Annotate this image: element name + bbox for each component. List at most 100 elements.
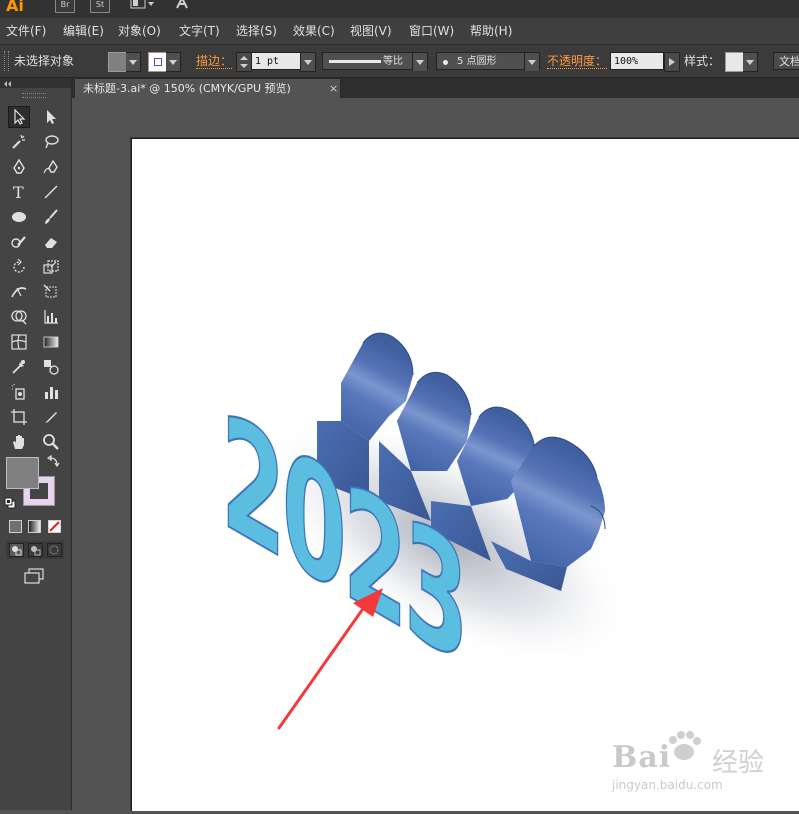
eraser-icon: [45, 238, 57, 248]
blend-tool[interactable]: [40, 356, 62, 378]
brush-definition-dropdown[interactable]: 5 点圆形: [436, 52, 540, 71]
stroke-weight-stepper[interactable]: [236, 52, 252, 72]
opacity-slider-button[interactable]: [664, 52, 680, 72]
swap-fill-stroke-button[interactable]: [46, 454, 61, 469]
menu-help[interactable]: 帮助(H): [470, 18, 512, 44]
document-tab-title: 未标题-3.ai* @ 150% (CMYK/GPU 预览): [83, 82, 291, 95]
opacity-label[interactable]: 不透明度：: [547, 54, 608, 69]
scale-tool[interactable]: [40, 256, 62, 278]
menu-select[interactable]: 选择(S): [236, 18, 277, 44]
brush-definition-label: 5 点圆形: [457, 56, 497, 67]
slice-tool[interactable]: [40, 406, 62, 428]
swap-arrows-icon: [46, 454, 60, 468]
stroke-weight-field[interactable]: 1 pt: [251, 52, 301, 70]
shape-builder-tool[interactable]: [8, 306, 30, 328]
tools-panel-grip[interactable]: [22, 93, 46, 98]
app-logo: Ai: [6, 0, 24, 15]
free-transform-icon: [43, 284, 57, 298]
direct-selection-tool[interactable]: [40, 106, 62, 128]
menu-file[interactable]: 文件(F): [6, 18, 46, 44]
artboard-tool[interactable]: [8, 406, 30, 428]
menu-type[interactable]: 文字(T): [179, 18, 220, 44]
curvature-tool[interactable]: [40, 156, 62, 178]
workspace-layout-button[interactable]: [130, 0, 156, 11]
artboard[interactable]: 2023: [131, 138, 799, 811]
column-graph-tool[interactable]: [40, 381, 62, 403]
menu-object[interactable]: 对象(O): [118, 18, 161, 44]
shape-builder-icon: [11, 310, 27, 325]
document-setup-button[interactable]: 文档: [773, 52, 799, 70]
draw-inside-icon: [49, 545, 59, 555]
type-tool[interactable]: T: [8, 181, 30, 203]
scale-icon: [43, 260, 59, 274]
stock-button[interactable]: St: [90, 0, 110, 13]
bridge-button[interactable]: Br: [55, 0, 75, 13]
ellipse-tool[interactable]: [8, 206, 30, 228]
menu-edit[interactable]: 编辑(E): [63, 18, 104, 44]
tools-panel-header[interactable]: [0, 78, 71, 88]
fill-dropdown[interactable]: [126, 52, 141, 72]
shaper-pencil-icon: [11, 236, 26, 248]
gradient-icon: [43, 336, 59, 348]
stepper-arrows-icon: [240, 56, 248, 68]
stroke-swatch[interactable]: [148, 52, 168, 72]
graph-tool[interactable]: [40, 306, 62, 328]
graphic-style-label: 样式：: [684, 54, 721, 68]
eyedropper-tool[interactable]: [8, 356, 30, 378]
hand-tool[interactable]: [8, 431, 30, 453]
artboard-icon: [11, 409, 27, 425]
slice-knife-icon: [45, 412, 57, 423]
line-segment-tool[interactable]: [40, 181, 62, 203]
free-transform-tool[interactable]: [40, 281, 62, 303]
menu-effect[interactable]: 效果(C): [293, 18, 335, 44]
magic-wand-tool[interactable]: [8, 131, 30, 153]
eraser-tool[interactable]: [40, 231, 62, 253]
gpu-performance-button[interactable]: [174, 0, 190, 12]
control-bar-grip[interactable]: [4, 51, 9, 71]
column-graph-icon: [44, 310, 58, 324]
line-segment-icon: [44, 185, 58, 199]
color-mode-button[interactable]: [9, 520, 22, 533]
selection-tool[interactable]: [8, 106, 30, 128]
symbol-sprayer-tool[interactable]: [8, 381, 30, 403]
zoom-tool[interactable]: [40, 431, 62, 453]
stroke-dropdown[interactable]: [166, 52, 181, 72]
opacity-field[interactable]: 100%: [610, 52, 664, 70]
none-mode-button[interactable]: [48, 520, 61, 533]
screen-mode-icon: [24, 568, 44, 584]
default-fill-stroke-button[interactable]: [4, 497, 16, 509]
close-tab-button[interactable]: ×: [329, 79, 338, 98]
screen-mode-button[interactable]: [22, 567, 46, 585]
direct-selection-arrow-icon: [47, 110, 56, 124]
fill-color-swatch[interactable]: [6, 457, 39, 489]
menu-view[interactable]: 视图(V): [350, 18, 392, 44]
width-tool[interactable]: [8, 281, 30, 303]
rotate-tool[interactable]: [8, 256, 30, 278]
default-colors-icon: [4, 497, 16, 509]
stroke-label[interactable]: 描边：: [196, 54, 233, 69]
curvature-pen-icon: [43, 159, 58, 174]
graphic-style-dropdown[interactable]: [743, 52, 758, 72]
pen-tool[interactable]: [8, 156, 30, 178]
magic-wand-icon: [12, 134, 25, 149]
lasso-tool[interactable]: [40, 131, 62, 153]
draw-behind-button[interactable]: [28, 543, 43, 557]
gradient-tool[interactable]: [40, 331, 62, 353]
draw-behind-icon: [31, 546, 41, 556]
draw-inside-button[interactable]: [47, 543, 62, 557]
draw-normal-button[interactable]: [9, 543, 24, 557]
collapse-panel-icon: [4, 81, 11, 87]
shaper-tool[interactable]: [8, 231, 30, 253]
paw-icon-graphic: [669, 731, 701, 760]
fill-swatch[interactable]: [108, 52, 128, 72]
width-icon: [11, 287, 27, 298]
stroke-profile-dropdown[interactable]: 等比: [322, 52, 428, 71]
paintbrush-tool[interactable]: [40, 206, 62, 228]
magnifier-icon: [43, 434, 59, 450]
menu-window[interactable]: 窗口(W): [409, 18, 454, 44]
gradient-mode-button[interactable]: [28, 520, 41, 533]
mesh-tool[interactable]: [8, 331, 30, 353]
stroke-weight-dropdown[interactable]: [300, 52, 316, 72]
document-tab[interactable]: 未标题-3.ai* @ 150% (CMYK/GPU 预览) ×: [74, 78, 341, 98]
graphic-style-swatch[interactable]: [725, 52, 745, 72]
